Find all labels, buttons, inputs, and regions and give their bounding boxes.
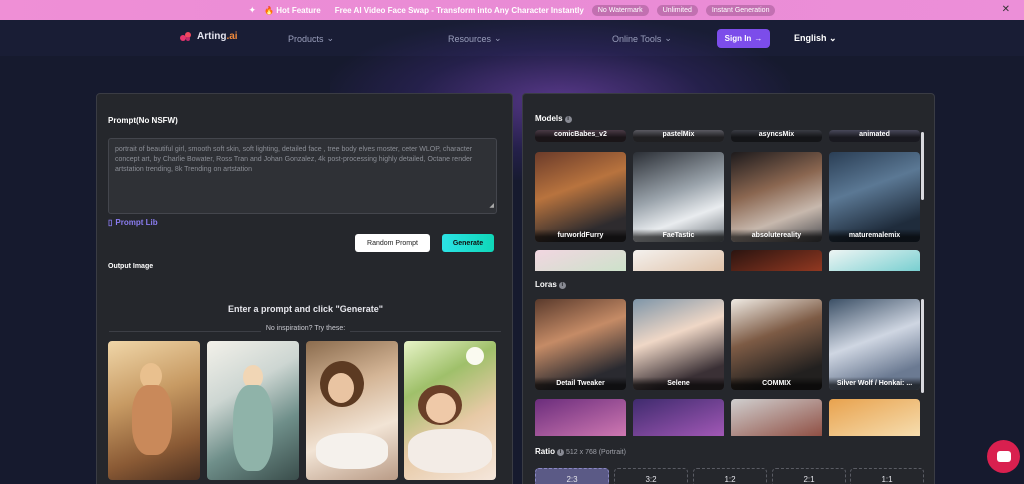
ratio-option-2-1[interactable]: 2:1: [772, 468, 846, 484]
lora-card[interactable]: Silver Wolf / Honkai: ...: [829, 299, 920, 390]
nav-products-label: Products: [288, 33, 324, 44]
model-card[interactable]: [731, 250, 822, 271]
book-icon: ▯: [108, 218, 113, 227]
prompt-lib-link[interactable]: ▯ Prompt Lib: [108, 218, 158, 227]
loras-label: Loras: [535, 280, 557, 289]
sign-in-label: Sign In: [724, 34, 752, 43]
site-header: [0, 20, 1024, 56]
model-card[interactable]: [633, 250, 724, 271]
badge-instant-generation: Instant Generation: [705, 4, 776, 16]
nav-online-tools-label: Online Tools: [612, 33, 662, 44]
prompt-text: portrait of beautiful girl, smooth soft …: [115, 146, 473, 173]
arrow-right-icon: →: [754, 34, 763, 43]
prompt-panel: Prompt(No NSFW) portrait of beautiful gi…: [96, 93, 513, 484]
no-inspiration-text: No inspiration? Try these:: [97, 325, 514, 332]
info-icon[interactable]: i: [557, 449, 564, 456]
logo-mark-icon: [180, 31, 192, 42]
nav-resources-label: Resources: [448, 33, 492, 44]
model-card[interactable]: furworldFurry: [535, 152, 626, 242]
loras-scrollbar[interactable]: [921, 299, 924, 393]
lora-card[interactable]: Detail Tweaker: [535, 299, 626, 390]
model-card[interactable]: pastelMix: [633, 130, 724, 142]
chevron-down-icon: ⌄: [326, 33, 335, 43]
model-card[interactable]: [829, 250, 920, 271]
generate-button[interactable]: Generate: [442, 234, 494, 252]
language-selector[interactable]: English ⌄: [794, 33, 837, 44]
prompt-textarea[interactable]: portrait of beautiful girl, smooth soft …: [108, 138, 497, 214]
models-label: Models: [535, 114, 563, 123]
lora-card[interactable]: [829, 399, 920, 436]
sign-in-button[interactable]: Sign In →: [717, 29, 770, 48]
logo-suffix: .ai: [226, 31, 238, 42]
badge-no-watermark: No Watermark: [591, 4, 649, 16]
ratio-label: Ratio: [535, 447, 555, 456]
sparkle-icon: ✦: [248, 4, 257, 15]
model-card[interactable]: maturemalemix: [829, 152, 920, 242]
models-scrollbar[interactable]: [921, 132, 924, 200]
loras-grid[interactable]: Detail Tweaker Selene COMMIX Silver Wolf…: [535, 299, 925, 436]
model-card[interactable]: absoluterеality: [731, 152, 822, 242]
announcement-bar: ✦ 🔥 Hot Feature Free AI Video Face Swap …: [0, 0, 1024, 20]
language-label: English: [794, 33, 827, 43]
prompt-lib-label: Prompt Lib: [115, 218, 158, 227]
logo[interactable]: Arting.ai: [180, 31, 238, 42]
model-card[interactable]: [535, 250, 626, 271]
lora-card[interactable]: COMMIX: [731, 299, 822, 390]
nav-resources[interactable]: Resources ⌄: [448, 33, 502, 44]
sample-image[interactable]: [207, 341, 299, 480]
model-card[interactable]: FaeTastic: [633, 152, 724, 242]
badge-unlimited: Unlimited: [656, 4, 698, 16]
chat-icon[interactable]: [987, 440, 1020, 473]
model-card[interactable]: animated: [829, 130, 920, 142]
info-icon[interactable]: i: [558, 282, 566, 289]
prompt-label: Prompt(No NSFW): [108, 116, 178, 125]
chevron-down-icon: ⌄: [494, 33, 502, 43]
ratio-option-3-2[interactable]: 3:2: [614, 468, 688, 484]
lora-card[interactable]: [731, 399, 822, 436]
chevron-down-icon: ⌄: [829, 33, 837, 43]
random-prompt-button[interactable]: Random Prompt: [355, 234, 430, 252]
nav-products[interactable]: Products ⌄: [288, 33, 334, 44]
output-image-label: Output Image: [108, 263, 154, 270]
ratio-option-1-2[interactable]: 1:2: [693, 468, 767, 484]
models-section-title: Models i: [535, 114, 572, 123]
announcement-message[interactable]: Free AI Video Face Swap - Transform into…: [335, 6, 584, 15]
sample-image[interactable]: [404, 341, 496, 480]
logo-text: Arting: [197, 31, 227, 42]
sample-image[interactable]: [108, 341, 200, 480]
hot-feature-label: 🔥 Hot Feature: [264, 5, 321, 15]
lora-card[interactable]: Selene: [633, 299, 724, 390]
ratio-option-2-3[interactable]: 2:3: [535, 468, 609, 484]
lora-card[interactable]: [535, 399, 626, 436]
model-card[interactable]: asyncsMix: [731, 130, 822, 142]
sample-image[interactable]: [306, 341, 398, 480]
ratio-value: 512 x 768 (Portrait): [566, 449, 626, 456]
empty-state-title: Enter a prompt and click "Generate": [227, 304, 384, 314]
model-card[interactable]: comicBabes_v2: [535, 130, 626, 142]
lora-card[interactable]: [633, 399, 724, 436]
close-icon[interactable]: ✕: [1002, 4, 1010, 15]
nav-online-tools[interactable]: Online Tools ⌄: [612, 33, 672, 44]
loras-section-title: Loras i: [535, 280, 566, 289]
info-icon[interactable]: i: [564, 116, 572, 123]
settings-panel: Models i comicBabes_v2 pastelMix asyncsMi…: [522, 93, 935, 484]
chevron-down-icon: ⌄: [664, 33, 672, 43]
resize-handle-icon[interactable]: ◢: [489, 201, 494, 211]
ratio-section-title: Ratio i 512 x 768 (Portrait): [535, 447, 626, 456]
models-grid[interactable]: comicBabes_v2 pastelMix asyncsMix animat…: [535, 130, 925, 271]
ratio-option-1-1[interactable]: 1:1: [850, 468, 924, 484]
